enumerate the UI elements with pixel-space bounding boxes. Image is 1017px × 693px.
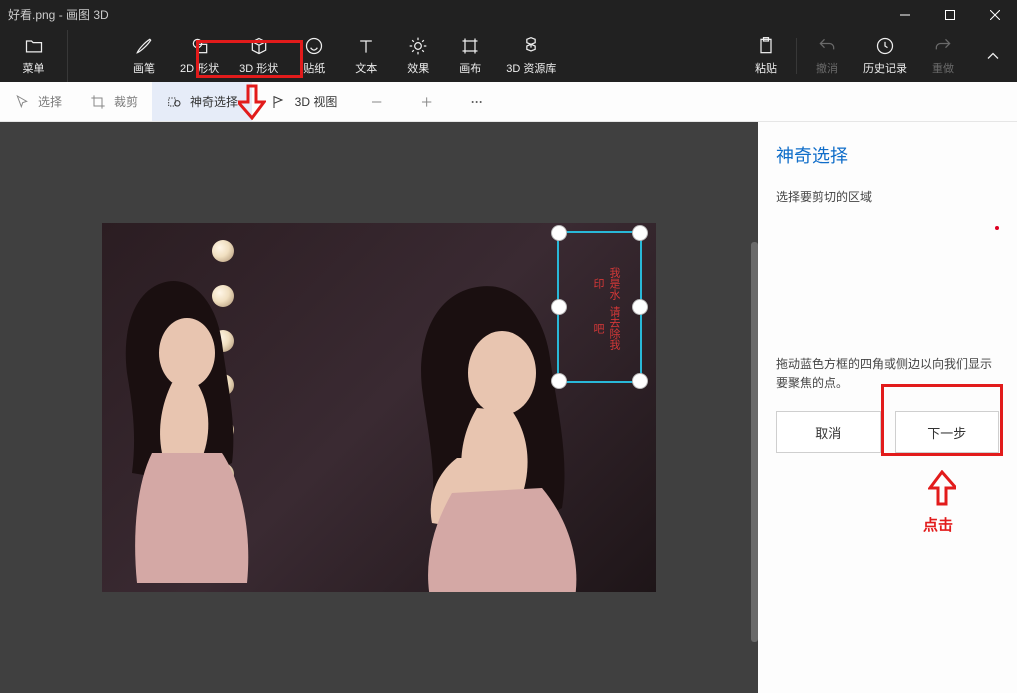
resize-handle-bl[interactable] (551, 373, 567, 389)
canvas-area[interactable]: 调整矩形框 (0, 122, 758, 693)
paste-button[interactable]: 粘贴 (740, 30, 792, 82)
maximize-button[interactable] (927, 0, 972, 29)
canvas-image: 我是水印 请去除我吧 (102, 223, 656, 592)
crop-icon (90, 94, 106, 110)
text-label: 文本 (355, 60, 377, 76)
effects-icon (408, 36, 428, 56)
close-button[interactable] (972, 0, 1017, 29)
ribbon: 菜单 画笔 2D 形状 3D 形状 贴纸 文本 效果 画布 3D 资源库 粘贴 … (0, 29, 1017, 82)
lib3d-label: 3D 资源库 (506, 60, 556, 76)
view3d-button[interactable]: 3D 视图 (263, 83, 346, 121)
window-title: 好看.png - 画图 3D (8, 6, 882, 23)
crop-tool[interactable]: 裁剪 (76, 82, 152, 121)
brush-icon (134, 36, 154, 56)
figure-reflection (102, 263, 292, 583)
cursor-icon (14, 94, 30, 110)
magic-select-label: 神奇选择 (190, 93, 238, 110)
view3d-label: 3D 视图 (295, 93, 338, 110)
undo-button[interactable]: 撤消 (801, 30, 853, 82)
watermark-line2: 请去除我吧 (577, 303, 622, 353)
text-icon (356, 36, 376, 56)
watermark-line1: 我是水印 (577, 263, 622, 303)
canvas-button[interactable]: 画布 (444, 30, 496, 82)
resize-handle-br[interactable] (632, 373, 648, 389)
lib3d-button[interactable]: 3D 资源库 (496, 30, 566, 82)
side-panel: 神奇选择 选择要剪切的区域 拖动蓝色方框的四角或侧边以向我们显示要聚焦的点。 取… (758, 122, 1017, 693)
effects-button[interactable]: 效果 (392, 30, 444, 82)
canvas-label: 画布 (459, 60, 481, 76)
more-button[interactable] (457, 83, 495, 121)
sub-toolbar: 选择 裁剪 神奇选择 3D 视图 选择功能 (0, 82, 1017, 122)
separator (796, 38, 797, 74)
zoom-in-button[interactable] (407, 83, 445, 121)
cancel-label: 取消 (815, 423, 841, 442)
history-icon (875, 36, 895, 56)
annotation-arrow-select (238, 84, 266, 125)
annotation-text-click: 点击 (923, 514, 953, 535)
history-label: 历史记录 (863, 60, 907, 76)
plus-icon (418, 94, 434, 110)
annotation-arrow-next (928, 465, 956, 506)
minus-icon (368, 94, 384, 110)
chevron-up-icon (983, 46, 1003, 66)
canvas-scrollbar[interactable] (751, 242, 758, 642)
library-icon (521, 36, 541, 56)
ellipsis-icon (468, 94, 484, 110)
collapse-panel-button[interactable] (969, 30, 1017, 82)
crop-label: 裁剪 (114, 93, 138, 110)
magic-select-icon (166, 94, 182, 110)
select-label: 选择 (38, 93, 62, 110)
select-tool[interactable]: 选择 (0, 82, 76, 121)
panel-title: 神奇选择 (776, 142, 999, 168)
effects-label: 效果 (407, 60, 429, 76)
selection-rectangle[interactable]: 我是水印 请去除我吧 (557, 231, 642, 383)
panel-subtitle: 选择要剪切的区域 (776, 188, 999, 205)
title-bar: 好看.png - 画图 3D (0, 0, 1017, 29)
paste-icon (756, 36, 776, 56)
redo-label: 重做 (932, 60, 954, 76)
paste-label: 粘贴 (755, 60, 777, 76)
resize-handle-tr[interactable] (632, 225, 648, 241)
folder-icon (24, 36, 44, 56)
sticker-icon (304, 36, 324, 56)
undo-icon (817, 36, 837, 56)
brush-label: 画笔 (133, 60, 155, 76)
text-button[interactable]: 文本 (340, 30, 392, 82)
resize-handle-tl[interactable] (551, 225, 567, 241)
redo-button[interactable]: 重做 (917, 30, 969, 82)
watermark-text: 我是水印 请去除我吧 (559, 263, 640, 353)
annotation-box-select (196, 40, 303, 78)
canvas-icon (460, 36, 480, 56)
redo-icon (933, 36, 953, 56)
brush-button[interactable]: 画笔 (118, 30, 170, 82)
annotation-dot (995, 226, 999, 230)
history-button[interactable]: 历史记录 (853, 30, 917, 82)
undo-label: 撤消 (816, 60, 838, 76)
annotation-box-next (881, 384, 1003, 456)
menu-label: 菜单 (23, 60, 45, 76)
zoom-out-button[interactable] (357, 83, 395, 121)
flag-icon (271, 94, 287, 110)
stickers-label: 贴纸 (303, 60, 325, 76)
menu-button[interactable]: 菜单 (0, 30, 68, 82)
cancel-button[interactable]: 取消 (776, 411, 881, 453)
minimize-button[interactable] (882, 0, 927, 29)
